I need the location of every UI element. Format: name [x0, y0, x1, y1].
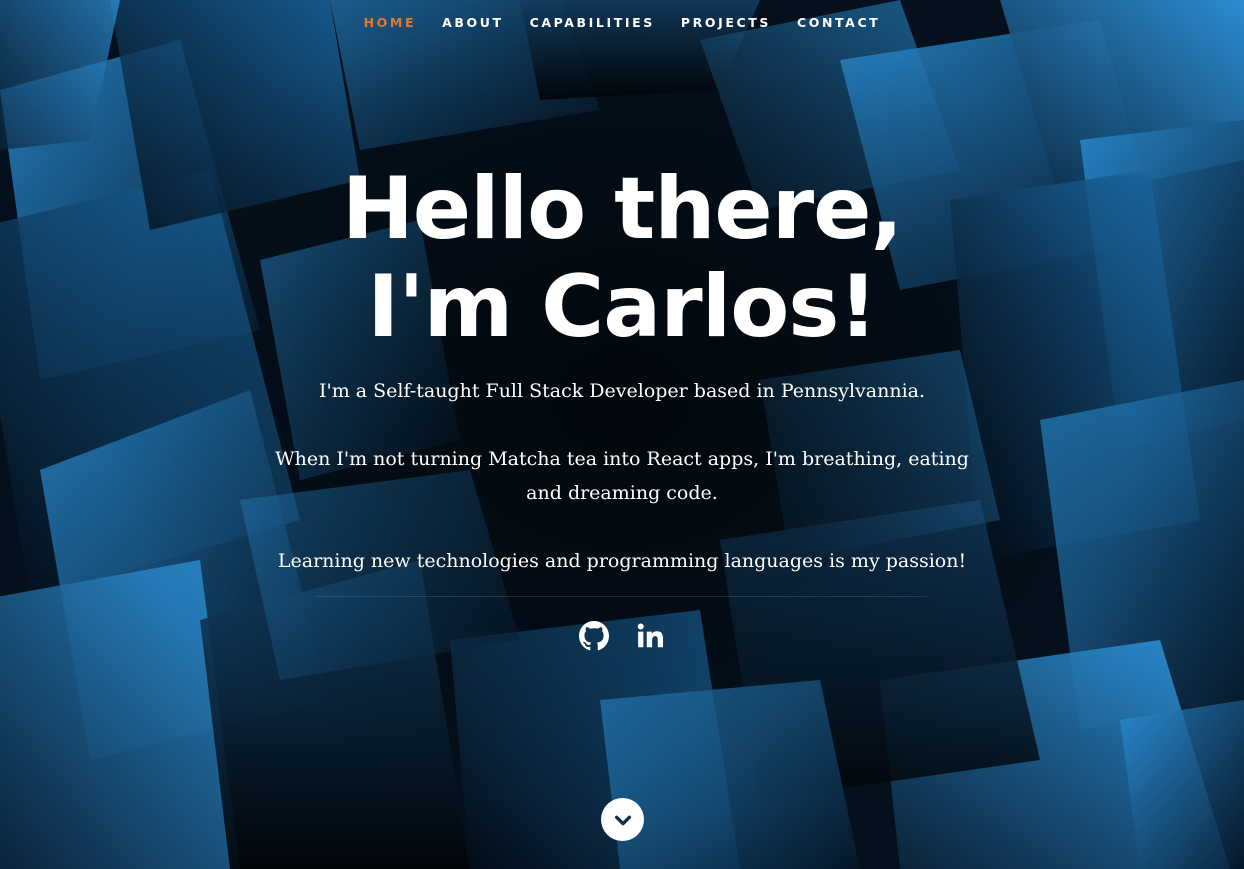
- github-icon: [579, 621, 609, 651]
- linkedin-link[interactable]: [635, 621, 665, 651]
- hero-title-line1: Hello there,: [341, 159, 903, 259]
- hero-title-line2: I'm Carlos!: [367, 257, 877, 357]
- hero-content: Hello there, I'm Carlos! I'm a Self-taug…: [0, 160, 1244, 651]
- main-nav: HOME ABOUT CAPABILITIES PROJECTS CONTACT: [0, 0, 1244, 46]
- hero-section: HOME ABOUT CAPABILITIES PROJECTS CONTACT…: [0, 0, 1244, 869]
- nav-capabilities[interactable]: CAPABILITIES: [517, 0, 668, 46]
- social-links: [0, 621, 1244, 651]
- chevron-down-icon: [614, 815, 631, 825]
- nav-contact[interactable]: CONTACT: [784, 0, 893, 46]
- hero-intro: I'm a Self-taught Full Stack Developer b…: [318, 380, 926, 402]
- hero-passion: Learning new technologies and programmin…: [277, 550, 967, 572]
- hero-body: When I'm not turning Matcha tea into Rea…: [275, 448, 969, 504]
- linkedin-icon: [637, 623, 663, 648]
- github-link[interactable]: [579, 621, 609, 651]
- nav-home[interactable]: HOME: [351, 0, 429, 46]
- nav-projects[interactable]: PROJECTS: [668, 0, 784, 46]
- nav-about[interactable]: ABOUT: [429, 0, 517, 46]
- hero-title: Hello there, I'm Carlos!: [0, 160, 1244, 356]
- divider: [317, 596, 927, 597]
- scroll-down-button[interactable]: [601, 798, 644, 841]
